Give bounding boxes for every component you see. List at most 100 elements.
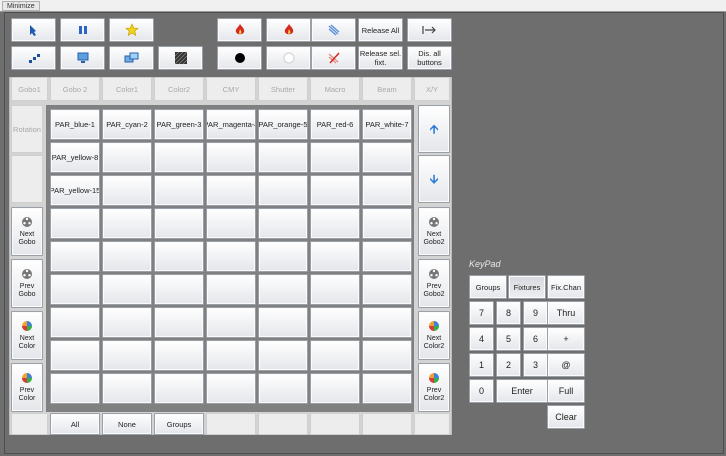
white-button[interactable] <box>266 46 311 70</box>
scroll-down-button[interactable]: 🡫 <box>418 155 450 203</box>
next-gobo2-button[interactable]: Next Gobo2 <box>418 207 450 256</box>
fixture-slot-empty[interactable] <box>206 175 256 206</box>
fixture-slot-empty[interactable] <box>154 307 204 338</box>
highlight-button[interactable] <box>11 18 56 42</box>
key-9[interactable]: 9 <box>523 301 548 325</box>
fixture-slot-empty[interactable] <box>50 208 100 239</box>
prev-color2-button[interactable]: Prev Color2 <box>418 363 450 412</box>
fixture-slot-empty[interactable] <box>206 373 256 404</box>
fixture-button[interactable]: PAR_white-7 <box>362 109 412 140</box>
key-thru[interactable]: Thru <box>547 301 585 325</box>
key-plus[interactable]: + <box>547 327 585 351</box>
next-color2-button[interactable]: Next Color2 <box>418 311 450 360</box>
fixture-slot-empty[interactable] <box>102 208 152 239</box>
fixture-slot-empty[interactable] <box>102 241 152 272</box>
windows-button[interactable] <box>109 46 154 70</box>
tab-xy[interactable]: X/Y <box>414 77 450 101</box>
fixture-slot-empty[interactable] <box>50 340 100 371</box>
blackout-button[interactable] <box>217 46 262 70</box>
fixture-slot-empty[interactable] <box>50 373 100 404</box>
beam-button[interactable] <box>311 18 356 42</box>
tab-cmy[interactable]: CMY <box>206 77 256 101</box>
fixture-slot-empty[interactable] <box>102 142 152 173</box>
fixture-slot-empty[interactable] <box>310 175 360 206</box>
select-none-button[interactable]: None <box>102 413 152 435</box>
fixture-slot-empty[interactable] <box>102 340 152 371</box>
fixture-button[interactable]: PAR_yellow-8 <box>50 142 100 173</box>
fixture-slot-empty[interactable] <box>154 241 204 272</box>
fixture-slot-empty[interactable] <box>310 142 360 173</box>
prev-color-button[interactable]: Prev Color <box>11 363 43 412</box>
fixture-button[interactable]: PAR_green-3 <box>154 109 204 140</box>
fixture-slot-empty[interactable] <box>206 241 256 272</box>
fixture-slot-empty[interactable] <box>362 175 412 206</box>
key-full[interactable]: Full <box>547 379 585 403</box>
fixture-slot-empty[interactable] <box>362 274 412 305</box>
fixture-slot-empty[interactable] <box>206 142 256 173</box>
key-enter[interactable]: Enter <box>496 379 548 403</box>
fixture-slot-empty[interactable] <box>258 241 308 272</box>
fixture-slot-empty[interactable] <box>258 340 308 371</box>
disable-all-buttons-button[interactable]: Dis. all buttons <box>407 46 452 70</box>
fixture-slot-empty[interactable] <box>258 208 308 239</box>
keypad-fixtures-button[interactable]: Fixtures <box>508 275 546 299</box>
keypad-fixchan-button[interactable]: Fix.Chan <box>547 275 585 299</box>
key-6[interactable]: 6 <box>523 327 548 351</box>
tab-macro[interactable]: Macro <box>310 77 360 101</box>
tab-color1[interactable]: Color1 <box>102 77 152 101</box>
fixture-slot-empty[interactable] <box>362 373 412 404</box>
select-all-button[interactable]: All <box>50 413 100 435</box>
tab-color2[interactable]: Color2 <box>154 77 204 101</box>
fixture-slot-empty[interactable] <box>102 373 152 404</box>
key-8[interactable]: 8 <box>496 301 521 325</box>
fixture-slot-empty[interactable] <box>310 307 360 338</box>
next-gobo-button[interactable]: Next Gobo <box>11 207 43 256</box>
pause-button[interactable] <box>60 18 105 42</box>
fixture-slot-empty[interactable] <box>362 307 412 338</box>
fixture-slot-empty[interactable] <box>310 241 360 272</box>
fixture-button[interactable]: PAR_blue-1 <box>50 109 100 140</box>
fixture-slot-empty[interactable] <box>362 340 412 371</box>
key-7[interactable]: 7 <box>469 301 494 325</box>
fixture-slot-empty[interactable] <box>206 208 256 239</box>
fixture-slot-empty[interactable] <box>310 208 360 239</box>
fixture-slot-empty[interactable] <box>102 307 152 338</box>
groups-button[interactable]: Groups <box>154 413 204 435</box>
fixture-slot-empty[interactable] <box>310 274 360 305</box>
key-clear[interactable]: Clear <box>547 405 585 429</box>
exit-button[interactable] <box>407 18 452 42</box>
fixture-button[interactable]: PAR_red-6 <box>310 109 360 140</box>
keypad-groups-button[interactable]: Groups <box>469 275 507 299</box>
release-selected-fixtures-button[interactable]: Release sel. fixt. <box>358 46 403 70</box>
fixture-slot-empty[interactable] <box>362 241 412 272</box>
fixture-slot-empty[interactable] <box>154 340 204 371</box>
fixture-button[interactable]: PAR_yellow-15 <box>50 175 100 206</box>
fixture-slot-empty[interactable] <box>154 208 204 239</box>
prev-gobo2-button[interactable]: Prev Gobo2 <box>418 259 450 308</box>
fixture-button[interactable]: PAR_orange-5 <box>258 109 308 140</box>
fixture-slot-empty[interactable] <box>362 208 412 239</box>
flame-button-1[interactable] <box>217 18 262 42</box>
fixture-slot-empty[interactable] <box>154 274 204 305</box>
tab-gobo1[interactable]: Gobo1 <box>11 77 48 101</box>
key-3[interactable]: 3 <box>523 353 548 377</box>
minimize-button[interactable]: Minimize <box>2 1 40 11</box>
tab-shutter[interactable]: Shutter <box>258 77 308 101</box>
fixture-slot-empty[interactable] <box>50 307 100 338</box>
fixture-slot-empty[interactable] <box>258 307 308 338</box>
gobo-pattern-button[interactable] <box>158 46 203 70</box>
prev-gobo-button[interactable]: Prev Gobo <box>11 259 43 308</box>
fixture-slot-empty[interactable] <box>310 373 360 404</box>
fixture-slot-empty[interactable] <box>102 175 152 206</box>
fixture-button[interactable]: PAR_magenta-4 <box>206 109 256 140</box>
flame-button-2[interactable] <box>266 18 311 42</box>
fixture-slot-empty[interactable] <box>258 175 308 206</box>
fixture-slot-empty[interactable] <box>206 274 256 305</box>
scroll-up-button[interactable]: 🡩 <box>418 105 450 153</box>
key-at[interactable]: @ <box>547 353 585 377</box>
fixture-slot-empty[interactable] <box>102 274 152 305</box>
fixture-slot-empty[interactable] <box>154 373 204 404</box>
fan-button[interactable] <box>11 46 56 70</box>
fixture-slot-empty[interactable] <box>310 340 360 371</box>
fixture-slot-empty[interactable] <box>206 307 256 338</box>
